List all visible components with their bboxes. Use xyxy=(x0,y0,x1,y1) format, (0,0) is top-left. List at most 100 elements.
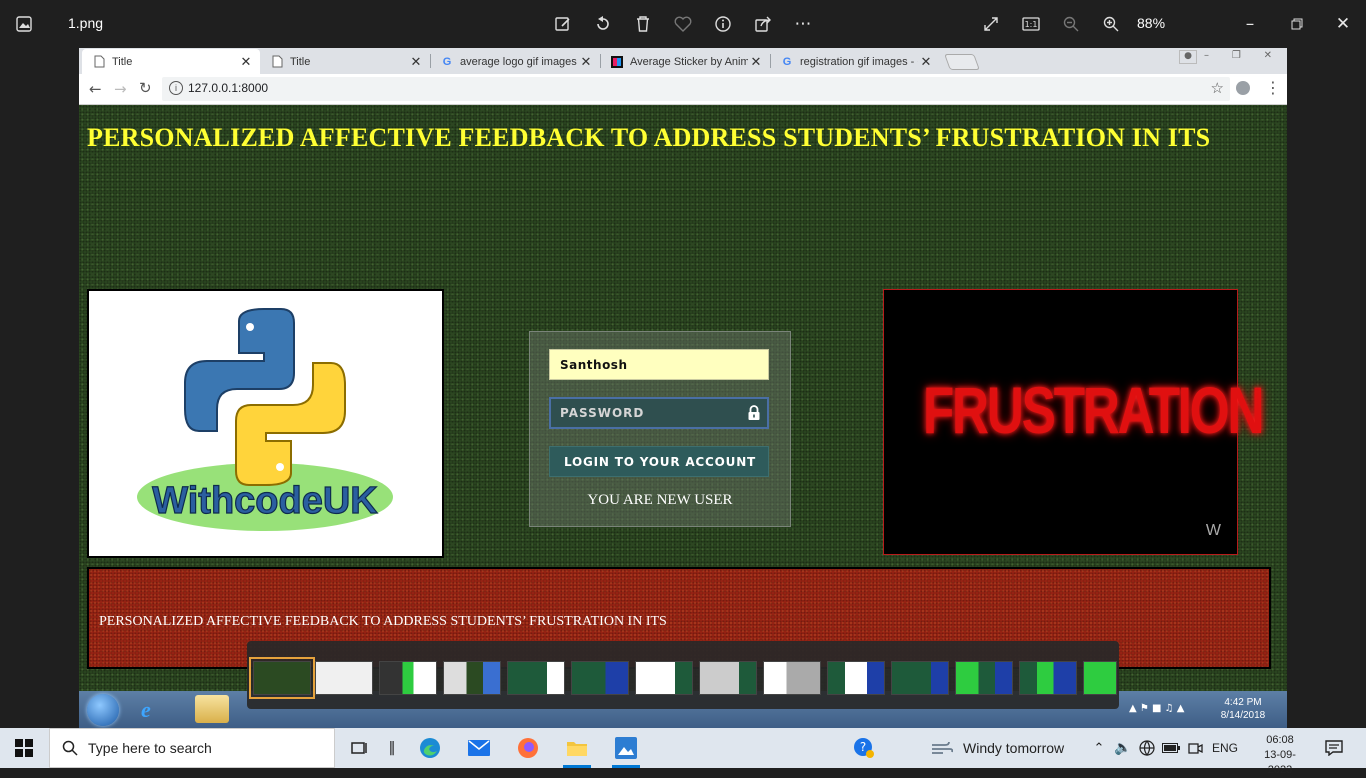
tab-label: registration gif images - G xyxy=(800,55,918,68)
tab-average-logo[interactable]: G average logo gif images ✕ xyxy=(430,49,600,74)
thumbnail-12[interactable] xyxy=(955,661,1013,695)
internet-explorer-icon[interactable]: e xyxy=(141,697,175,723)
tab-label: Title xyxy=(290,55,311,68)
language-indicator[interactable]: ENG xyxy=(1212,741,1238,755)
weather-text[interactable]: Windy tomorrow xyxy=(963,740,1064,756)
thumbnail-2[interactable] xyxy=(315,661,373,695)
clock-time: 06:08 xyxy=(1266,734,1294,746)
thumbnail-4[interactable] xyxy=(443,661,501,695)
python-logo-text: WithcodeUK xyxy=(152,480,378,522)
notifications-icon[interactable] xyxy=(1322,736,1346,760)
thumbnail-5[interactable] xyxy=(507,661,565,695)
reload-icon[interactable]: ↻ xyxy=(139,79,152,97)
edge-icon[interactable] xyxy=(418,736,442,760)
battery-icon[interactable] xyxy=(1159,736,1183,760)
inner-clock: 4:42 PM 8/14/2018 xyxy=(1213,696,1273,722)
extension-icon[interactable] xyxy=(1236,81,1250,95)
windows-start-icon[interactable] xyxy=(12,736,36,760)
thumbnail-8[interactable] xyxy=(699,661,757,695)
footer-text: PERSONALIZED AFFECTIVE FEEDBACK TO ADDRE… xyxy=(99,614,667,629)
tab-close-icon[interactable]: ✕ xyxy=(918,54,934,70)
username-input[interactable] xyxy=(549,349,769,380)
new-tab-button[interactable] xyxy=(944,54,980,70)
page-icon xyxy=(270,55,284,69)
edit-icon[interactable] xyxy=(551,12,575,36)
web-page: PERSONALIZED AFFECTIVE FEEDBACK TO ADDRE… xyxy=(79,105,1287,691)
share-icon[interactable] xyxy=(751,12,775,36)
tab-close-icon[interactable]: ✕ xyxy=(578,54,594,70)
tab-average-sticker[interactable]: Average Sticker by Anima ✕ xyxy=(600,49,770,74)
maximize-icon[interactable] xyxy=(1285,12,1309,36)
thumbnail-3[interactable] xyxy=(379,661,437,695)
zoom-out-icon[interactable] xyxy=(1059,12,1083,36)
thumbnail-9[interactable] xyxy=(763,661,821,695)
clock-date: 13-09-2023 xyxy=(1264,749,1296,776)
show-hidden-icons-icon[interactable]: ⌃ xyxy=(1087,736,1111,760)
python-logo-icon: WithcodeUK xyxy=(137,308,393,531)
network-icon[interactable] xyxy=(1135,736,1159,760)
thumbnail-6[interactable] xyxy=(571,661,629,695)
system-clock[interactable]: 06:08 13-09-2023 xyxy=(1252,733,1308,778)
widget-icon[interactable]: ‖ xyxy=(380,736,404,760)
thumbnail-1[interactable] xyxy=(249,657,315,699)
taskbar-search[interactable]: Type here to search xyxy=(49,728,335,768)
tray-icons: ▲ ⚑ ■ ♫ ▲ xyxy=(1129,703,1185,714)
address-bar[interactable]: i 127.0.0.1:8000 ☆ xyxy=(162,77,1230,101)
tab-close-icon[interactable]: ✕ xyxy=(748,54,764,70)
inner-time: 4:42 PM xyxy=(1224,697,1262,708)
back-icon[interactable]: ← xyxy=(89,80,102,98)
window-controls: – ❐ ✕ xyxy=(1204,50,1272,62)
volume-icon[interactable]: 🔈 xyxy=(1111,736,1135,760)
windows-start-icon[interactable] xyxy=(87,694,119,726)
task-view-icon[interactable] xyxy=(348,736,372,760)
minimize-icon[interactable]: – xyxy=(1204,50,1209,62)
actual-size-icon[interactable]: 1:1 xyxy=(1019,12,1043,36)
tab-label: average logo gif images xyxy=(460,55,577,68)
close-icon[interactable]: ✕ xyxy=(1264,50,1272,62)
zoom-in-icon[interactable] xyxy=(1099,12,1123,36)
more-icon[interactable]: ⋯ xyxy=(791,12,815,36)
favorite-icon[interactable] xyxy=(671,12,695,36)
explorer-folder-icon[interactable] xyxy=(195,695,229,723)
forward-icon[interactable]: → xyxy=(114,80,127,98)
help-icon[interactable]: ? xyxy=(852,736,876,760)
login-form: LOGIN TO YOUR ACCOUNT YOU ARE NEW USER xyxy=(529,331,791,527)
tab-close-icon[interactable]: ✕ xyxy=(408,54,424,70)
gallery-icon[interactable] xyxy=(12,12,36,36)
firefox-icon[interactable] xyxy=(516,736,540,760)
wind-icon xyxy=(930,736,954,760)
minimize-icon[interactable]: – xyxy=(1238,12,1262,36)
close-icon[interactable]: ✕ xyxy=(1331,12,1355,36)
maximize-icon[interactable]: ❐ xyxy=(1232,50,1241,62)
thumbnail-13[interactable] xyxy=(1019,661,1077,695)
photos-icon[interactable] xyxy=(614,736,638,760)
bookmark-star-icon[interactable]: ☆ xyxy=(1211,79,1224,97)
password-input[interactable] xyxy=(549,397,769,429)
photo-viewer-titlebar: 1.png ⋯ 1:1 88% – ✕ xyxy=(0,0,1366,48)
rotate-icon[interactable] xyxy=(591,12,615,36)
tab-registration-gif[interactable]: G registration gif images - G ✕ xyxy=(770,49,940,74)
info-icon[interactable]: i xyxy=(169,81,183,95)
login-button[interactable]: LOGIN TO YOUR ACCOUNT xyxy=(549,446,769,477)
svg-text:1:1: 1:1 xyxy=(1025,20,1038,29)
info-icon[interactable] xyxy=(711,12,735,36)
menu-icon[interactable]: ⋮ xyxy=(1265,78,1281,97)
zoom-level: 88% xyxy=(1137,15,1166,31)
new-user-link[interactable]: YOU ARE NEW USER xyxy=(530,492,790,509)
thumbnail-7[interactable] xyxy=(635,661,693,695)
tab-title-2[interactable]: Title ✕ xyxy=(260,49,430,74)
tab-label: Average Sticker by Anima xyxy=(630,55,748,68)
delete-icon[interactable] xyxy=(631,12,655,36)
search-placeholder: Type here to search xyxy=(88,740,212,756)
profile-icon[interactable]: ● xyxy=(1179,50,1197,64)
tab-label: Title xyxy=(112,55,133,68)
fullscreen-icon[interactable] xyxy=(979,12,1003,36)
thumbnail-10[interactable] xyxy=(827,661,885,695)
tab-close-icon[interactable]: ✕ xyxy=(238,54,254,70)
mail-icon[interactable] xyxy=(467,736,491,760)
thumbnail-11[interactable] xyxy=(891,661,949,695)
tab-title-1[interactable]: Title ✕ xyxy=(82,49,260,74)
file-explorer-icon[interactable] xyxy=(565,736,589,760)
thumbnail-14[interactable] xyxy=(1083,661,1117,695)
meet-now-icon[interactable] xyxy=(1183,736,1207,760)
